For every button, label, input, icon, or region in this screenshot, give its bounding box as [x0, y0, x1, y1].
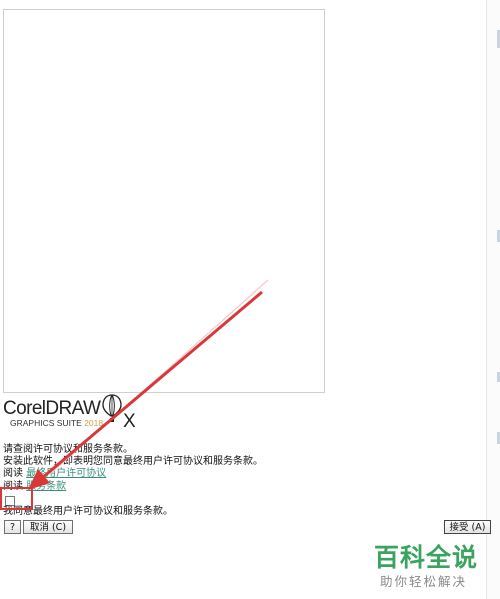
- watermark-subtitle: 助你轻松解决: [380, 574, 468, 589]
- logo-wordmark: CorelDRAW: [3, 398, 101, 419]
- splash-image-panel: [3, 9, 325, 393]
- coreldraw-logo: CorelDRAW GRAPHICS SUITE 2018 X: [3, 394, 143, 432]
- annotation-highlight-box: [0, 487, 33, 510]
- eula-line: 阅读 最终用户许可协议: [3, 468, 106, 480]
- balloon-icon: [102, 394, 122, 422]
- watermark-title: 百科全说: [374, 543, 479, 572]
- watermark: 百科全说 助你轻松解决: [368, 538, 493, 594]
- review-intro-text: 请查阅许可协议和服务条款。: [3, 444, 133, 455]
- cancel-button[interactable]: 取消 (C): [23, 520, 73, 534]
- accept-button[interactable]: 接受 (A): [444, 520, 491, 534]
- eula-link[interactable]: 最终用户许可协议: [26, 468, 106, 479]
- logo-suite-text: GRAPHICS SUITE 2018: [10, 418, 104, 428]
- logo-x: X: [123, 411, 136, 432]
- help-button[interactable]: ?: [4, 520, 21, 534]
- read-label: 阅读: [3, 468, 23, 479]
- logo-year: 2018: [84, 418, 104, 428]
- install-notice-text: 安装此软件，即表明您同意最终用户许可协议和服务条款。: [3, 456, 263, 467]
- installer-window: CorelDRAW GRAPHICS SUITE 2018 X 请查阅许可协议和…: [0, 0, 500, 599]
- adjacent-window-edge: [486, 0, 500, 599]
